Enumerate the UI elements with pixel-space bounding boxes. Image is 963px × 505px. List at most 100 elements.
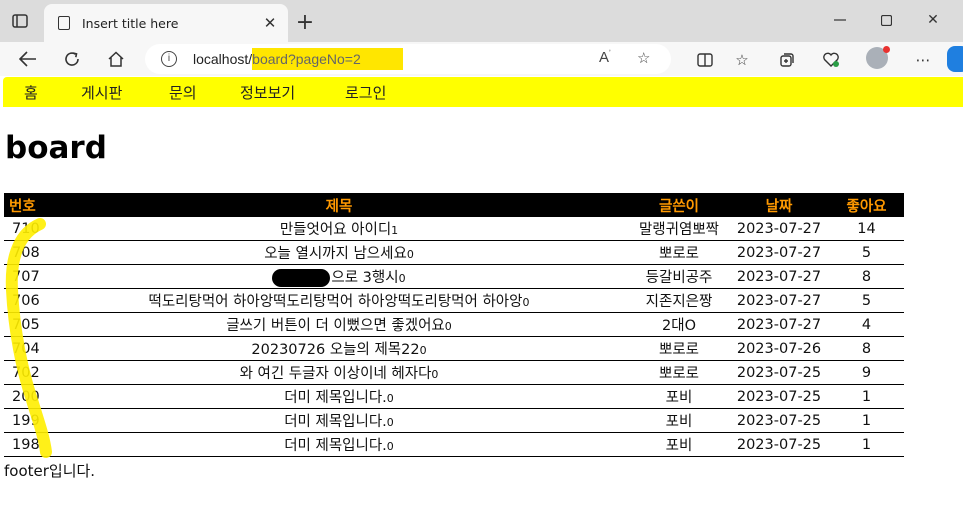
row-title-text[interactable]: 떡도리탕먹어 하아앙떡도리탕먹어 하아앙떡도리탕먹어 하아앙 (148, 294, 522, 310)
table-row[interactable]: 704 20230726 오늘의 제목220 뽀로로 2023-07-26 8 (4, 336, 904, 361)
table-row[interactable]: 200 더미 제목입니다.0 포비 2023-07-25 1 (4, 384, 904, 409)
row-title-text[interactable]: 더미 제목입니다. (284, 438, 387, 454)
row-title[interactable]: 와 여긴 두글자 이상이네 헤자다0 (49, 360, 629, 385)
nav-item-inquiry[interactable]: 문의 (169, 82, 197, 103)
row-date: 2023-07-27 (729, 312, 829, 337)
row-title[interactable]: 으로 3행시0 (49, 264, 629, 289)
more-icon[interactable]: ⋯ (912, 50, 934, 70)
row-title[interactable]: 떡도리탕먹어 하아앙떡도리탕먹어 하아앙떡도리탕먹어 하아앙0 (49, 288, 629, 313)
nav-item-login[interactable]: 로그인 (345, 82, 386, 103)
star-icon[interactable]: ☆ (637, 49, 650, 67)
row-title[interactable]: 더미 제목입니다.0 (49, 408, 629, 433)
row-num: 702 (4, 360, 49, 385)
row-date: 2023-07-27 (729, 217, 829, 241)
row-comment-count: 0 (386, 416, 394, 429)
row-likes: 1 (829, 408, 904, 433)
row-comment-count: 0 (522, 296, 530, 309)
nav-item-board[interactable]: 게시판 (81, 82, 122, 103)
row-date: 2023-07-25 (729, 432, 829, 457)
close-tab-icon[interactable]: ✕ (258, 14, 282, 32)
row-title[interactable]: 20230726 오늘의 제목220 (49, 336, 629, 361)
back-arrow-icon[interactable] (14, 46, 42, 72)
url-host: localhost/ (193, 51, 253, 67)
read-aloud-icon[interactable]: Aʼ (599, 49, 611, 66)
row-author: 말랭귀염뽀짝 (629, 217, 729, 241)
page-icon (58, 16, 70, 30)
row-title[interactable]: 더미 제목입니다.0 (49, 432, 629, 457)
row-likes: 9 (829, 360, 904, 385)
table-row[interactable]: 708 오늘 열시까지 남으세요0 뽀로로 2023-07-27 5 (4, 240, 904, 265)
browser-essentials-icon[interactable] (820, 50, 842, 70)
row-date: 2023-07-25 (729, 408, 829, 433)
main-nav: 홈 게시판 문의 정보보기 로그인 (3, 77, 963, 107)
row-title[interactable]: 오늘 열시까지 남으세요0 (49, 240, 629, 265)
row-date: 2023-07-25 (729, 360, 829, 385)
header-num: 번호 (4, 193, 49, 217)
profile-avatar[interactable] (866, 46, 890, 69)
new-tab-icon[interactable]: + (292, 9, 318, 35)
row-title[interactable]: 글쓰기 버튼이 더 이뻤으면 좋겠어요0 (49, 312, 629, 337)
row-likes: 5 (829, 240, 904, 265)
row-likes: 4 (829, 312, 904, 337)
row-date: 2023-07-27 (729, 288, 829, 313)
nav-item-info[interactable]: 정보보기 (240, 82, 295, 103)
table-row[interactable]: 705 글쓰기 버튼이 더 이뻤으면 좋겠어요0 2대O 2023-07-27 4 (4, 312, 904, 337)
favorites-icon[interactable]: ☆ (731, 50, 753, 70)
address-toolbar: i localhost/ board?pageNo=2 Aʼ ☆ ☆ ⋯ (0, 42, 963, 76)
row-date: 2023-07-27 (729, 264, 829, 289)
table-row[interactable]: 702 와 여긴 두글자 이상이네 헤자다0 뽀로로 2023-07-25 9 (4, 360, 904, 385)
row-comment-count: 0 (419, 344, 427, 357)
table-row[interactable]: 710 만들엇어요 아이디1 말랭귀염뽀짝 2023-07-27 14 (4, 217, 904, 241)
row-title-text[interactable]: 더미 제목입니다. (284, 414, 387, 430)
nav-item-home[interactable]: 홈 (24, 82, 38, 103)
tab-actions-icon[interactable] (8, 10, 32, 32)
row-title-text[interactable]: 와 여긴 두글자 이상이네 헤자다 (240, 366, 432, 382)
row-date: 2023-07-25 (729, 384, 829, 409)
row-comment-count: 0 (386, 440, 394, 453)
row-title-text[interactable]: 만들엇어요 아이디 (280, 222, 391, 238)
row-comment-count: 0 (431, 368, 439, 381)
maximize-icon[interactable] (871, 8, 901, 32)
home-icon[interactable] (102, 46, 130, 72)
row-title[interactable]: 더미 제목입니다.0 (49, 384, 629, 409)
row-author: 2대O (629, 312, 729, 337)
row-title-text[interactable]: 글쓰기 버튼이 더 이뻤으면 좋겠어요 (226, 318, 445, 334)
row-author: 뽀로로 (629, 240, 729, 265)
row-author: 뽀로로 (629, 360, 729, 385)
page-footer: footer입니다. (4, 462, 96, 480)
table-row[interactable]: 706 떡도리탕먹어 하아앙떡도리탕먹어 하아앙떡도리탕먹어 하아앙0 지존지은짱 2… (4, 288, 904, 313)
refresh-icon[interactable] (58, 46, 86, 72)
table-row[interactable]: 199 더미 제목입니다.0 포비 2023-07-25 1 (4, 408, 904, 433)
row-num: 198 (4, 432, 49, 457)
table-header-row: 번호 제목 글쓴이 날짜 좋아요 (4, 193, 904, 217)
header-date: 날짜 (729, 193, 829, 217)
redaction-mask (272, 269, 331, 287)
browser-tab[interactable]: Insert title here ✕ (44, 4, 288, 42)
browser-tab-bar: Insert title here ✕ + ✕ (0, 0, 963, 42)
row-likes: 8 (829, 264, 904, 289)
tab-title: Insert title here (82, 15, 179, 31)
row-comment-count: 1 (391, 224, 399, 237)
info-icon[interactable]: i (161, 51, 177, 67)
row-num: 199 (4, 408, 49, 433)
row-title-text[interactable]: 으로 3행시 (331, 270, 398, 286)
row-likes: 8 (829, 336, 904, 361)
copilot-icon[interactable] (947, 46, 963, 72)
table-row[interactable]: 707 으로 3행시0 등갈비공주 2023-07-27 8 (4, 264, 904, 289)
row-title-text[interactable]: 20230726 오늘의 제목22 (251, 342, 419, 358)
split-screen-icon[interactable] (694, 50, 716, 70)
minimize-icon[interactable] (825, 8, 855, 32)
url-bar[interactable]: i localhost/ board?pageNo=2 Aʼ ☆ (145, 44, 671, 74)
row-author: 등갈비공주 (629, 264, 729, 289)
collections-icon[interactable] (776, 50, 798, 70)
row-author: 포비 (629, 432, 729, 457)
notification-dot (883, 46, 890, 53)
row-likes: 1 (829, 432, 904, 457)
board-table: 번호 제목 글쓴이 날짜 좋아요 710 만들엇어요 아이디1 말랭귀염뽀짝 2023… (4, 193, 904, 457)
row-title-text[interactable]: 더미 제목입니다. (284, 390, 387, 406)
row-num: 710 (4, 217, 49, 241)
close-window-icon[interactable]: ✕ (918, 8, 948, 32)
row-title-text[interactable]: 오늘 열시까지 남으세요 (264, 246, 407, 262)
row-title[interactable]: 만들엇어요 아이디1 (49, 217, 629, 241)
table-row[interactable]: 198 더미 제목입니다.0 포비 2023-07-25 1 (4, 432, 904, 457)
